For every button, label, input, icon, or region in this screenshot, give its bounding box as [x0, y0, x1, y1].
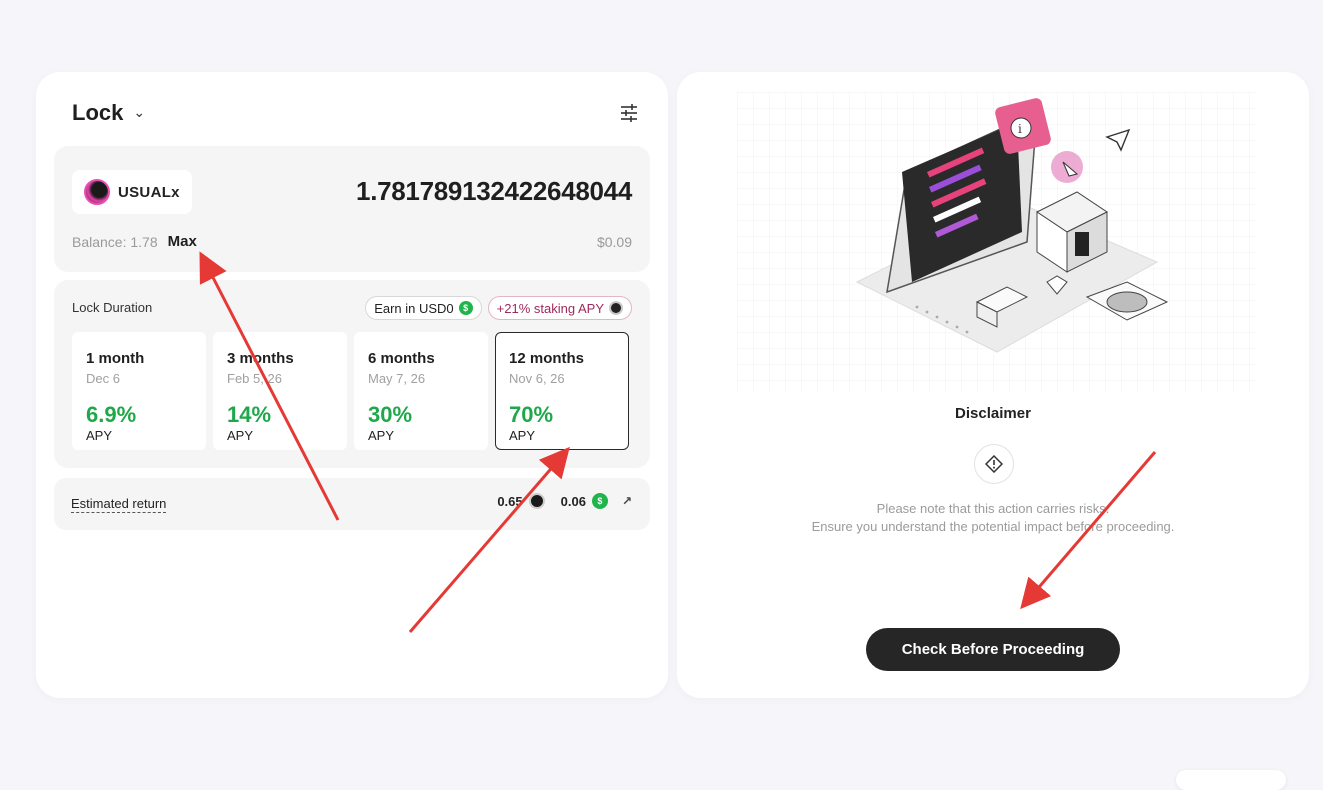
- option-unlock-date: Nov 6, 26: [509, 371, 565, 386]
- duration-option-12-months[interactable]: 12 months Nov 6, 26 70% APY: [495, 332, 629, 450]
- lock-mode-dropdown[interactable]: Lock ⌄: [72, 100, 145, 126]
- amount-panel: USUALx 1.781789132422648044 Balance: 1.7…: [54, 146, 650, 272]
- disclaimer-text: Please note that this action carries ris…: [677, 500, 1309, 536]
- usualx-token-icon: [84, 179, 110, 205]
- svg-text:i: i: [1018, 122, 1022, 136]
- lock-duration-panel: Lock Duration Earn in USD0 $ +21% stakin…: [54, 280, 650, 468]
- lock-duration-label: Lock Duration: [72, 300, 153, 315]
- option-apy-label: APY: [227, 428, 254, 443]
- option-apy-label: APY: [509, 428, 536, 443]
- option-unlock-date: Feb 5, 26: [227, 371, 282, 386]
- lock-card: Lock ⌄ USUALx 1.781789132422648044 Balan…: [36, 72, 668, 698]
- settings-sliders-icon[interactable]: [618, 102, 640, 124]
- usd-value: $0.09: [596, 234, 632, 250]
- return-usd0-value: 0.06: [560, 493, 586, 509]
- option-apy-value: 6.9%: [86, 402, 137, 427]
- option-unlock-date: Dec 6: [86, 371, 120, 386]
- option-apy-value: 14%: [227, 402, 272, 427]
- disclaimer-card: i Disclaimer Please note that this actio…: [677, 72, 1309, 698]
- option-apy-label: APY: [86, 428, 113, 443]
- estimated-return-panel: Estimated return 0.65 0.06 $ ↗: [54, 478, 650, 530]
- duration-option-3-months[interactable]: 3 months Feb 5, 26 14% APY: [213, 332, 347, 450]
- chevron-down-icon: ⌄: [133, 103, 146, 120]
- option-apy-label: APY: [368, 428, 395, 443]
- disclaimer-title: Disclaimer: [955, 405, 1031, 422]
- check-before-proceeding-button[interactable]: Check Before Proceeding: [866, 628, 1120, 671]
- usualx-token-icon: [528, 493, 545, 509]
- lock-illustration: i: [737, 92, 1257, 392]
- usd0-token-icon: $: [458, 301, 473, 315]
- option-apy-value: 30%: [368, 402, 413, 427]
- earn-badge-label: Earn in USD0: [374, 300, 454, 316]
- estimated-return-values: 0.65 0.06 $ ↗: [497, 493, 632, 509]
- token-selector[interactable]: USUALx: [72, 170, 192, 214]
- option-unlock-date: May 7, 26: [368, 371, 426, 386]
- duration-option-6-months[interactable]: 6 months May 7, 26 30% APY: [354, 332, 488, 450]
- lock-title: Lock: [72, 100, 124, 125]
- earn-usd0-badge: Earn in USD0 $: [365, 296, 482, 320]
- max-button[interactable]: Max: [168, 233, 197, 250]
- return-usualx-value: 0.65: [497, 493, 523, 509]
- warning-icon: [974, 444, 1014, 484]
- bottom-floating-widget[interactable]: [1176, 770, 1286, 790]
- usualx-token-icon: [609, 301, 623, 315]
- disclaimer-line-2: Ensure you understand the potential impa…: [811, 519, 1175, 534]
- option-months: 1 month: [86, 350, 145, 367]
- duration-options: 1 month Dec 6 6.9% APY 3 months Feb 5, 2…: [72, 332, 629, 450]
- option-months: 3 months: [227, 350, 294, 367]
- option-apy-value: 70%: [509, 402, 554, 427]
- option-months: 6 months: [368, 350, 435, 367]
- stake-badge-label: +21% staking APY: [496, 300, 604, 316]
- expand-icon[interactable]: ↗: [622, 494, 632, 508]
- usd0-token-icon: $: [591, 493, 608, 509]
- balance-label: Balance: 1.78: [72, 233, 158, 250]
- amount-input[interactable]: 1.781789132422648044: [356, 176, 632, 207]
- option-months: 12 months: [509, 350, 585, 367]
- balance-row: Balance: 1.78 Max: [72, 233, 197, 250]
- reward-badges: Earn in USD0 $ +21% staking APY: [365, 296, 632, 320]
- staking-apy-badge: +21% staking APY: [487, 296, 632, 320]
- duration-option-1-month[interactable]: 1 month Dec 6 6.9% APY: [72, 332, 206, 450]
- estimated-return-label[interactable]: Estimated return: [71, 496, 167, 513]
- disclaimer-line-1: Please note that this action carries ris…: [876, 501, 1110, 516]
- token-name: USUALx: [118, 183, 180, 201]
